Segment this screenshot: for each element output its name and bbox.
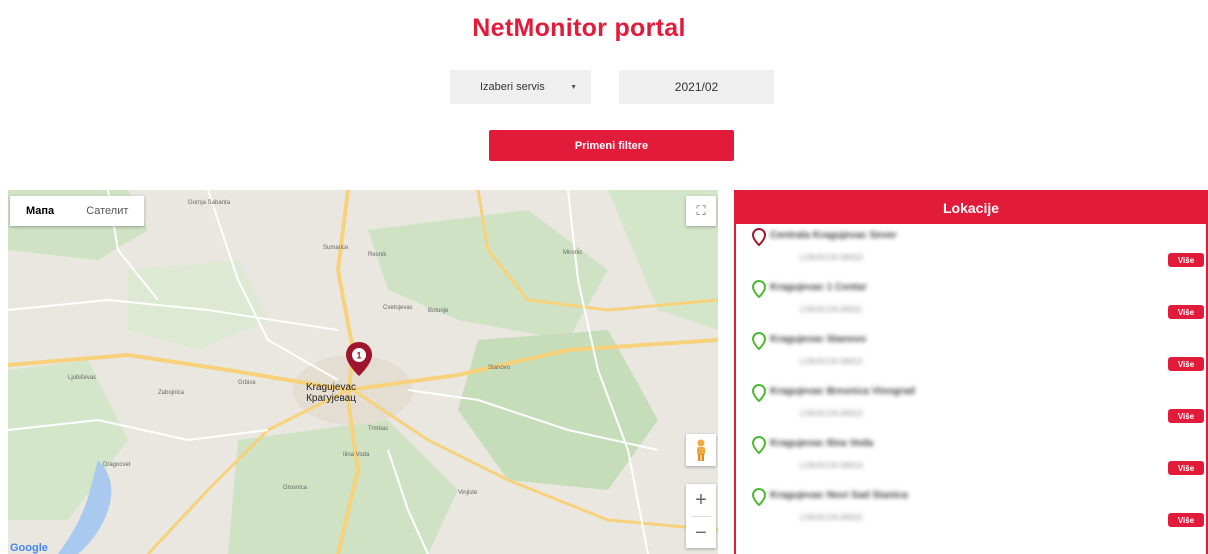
map-type-satellite-button[interactable]: Сателит [70, 196, 144, 226]
fullscreen-icon: ⛶ [696, 203, 706, 218]
locations-list: Centrala Kragujevac Sever LOKACIJA 00010 V… [736, 224, 1206, 536]
apply-filters-button[interactable]: Primeni filtere [489, 130, 734, 161]
zoom-out-button[interactable]: − [686, 517, 716, 549]
location-subtitle: LOKACIJA 00014 [800, 461, 863, 470]
map-place-label: Sumarice [323, 245, 349, 251]
location-subtitle: LOKACIJA 00015 [800, 513, 863, 522]
date-value: 2021/02 [674, 80, 719, 94]
list-item: Kragujevac Bresnica Vinograd LOKACIJA 000… [736, 380, 1206, 432]
map-place-label: Stanovo [488, 365, 511, 371]
location-name: Kragujevac Bresnica Vinograd [770, 386, 915, 397]
list-item: Centrala Kragujevac Sever LOKACIJA 00010 V… [736, 224, 1206, 276]
map-place-label: Grosnica [283, 485, 308, 491]
location-pin-icon [752, 436, 766, 454]
location-pin-icon [752, 280, 766, 298]
locations-header: Lokacije [736, 192, 1206, 224]
location-name: Kragujevac 1 Centar [770, 282, 867, 293]
map-place-label: Ljubičevac [68, 375, 97, 381]
location-name: Kragujevac Stanovo [770, 334, 867, 345]
list-item: Kragujevac Ilina Voda LOKACIJA 00014 Više [736, 432, 1206, 484]
map-place-label: Mironic [563, 250, 583, 256]
list-item: Kragujevac 1 Centar LOKACIJA 00011 Više [736, 276, 1206, 328]
location-subtitle: LOKACIJA 00012 [800, 357, 863, 366]
location-name: Kragujevac Novi Sad Stanica [770, 490, 908, 501]
more-button[interactable]: Više [1168, 461, 1204, 475]
chevron-down-icon: ▼ [570, 83, 577, 91]
map-place-label: Dragocvet [103, 462, 131, 468]
more-button[interactable]: Više [1168, 253, 1204, 267]
location-name: Kragujevac Ilina Voda [770, 438, 874, 449]
map-place-label: Zabojnica [158, 390, 185, 396]
more-button[interactable]: Više [1168, 357, 1204, 371]
list-item: Kragujevac Stanovo LOKACIJA 00012 Više [736, 328, 1206, 380]
zoom-in-button[interactable]: + [686, 484, 716, 516]
city-name-cyrillic: Крагујевац [306, 393, 356, 404]
map-view[interactable]: Gornja Sabanta Zabojnica Sumarice Cvetoj… [8, 190, 718, 554]
map-place-label: Botunje [428, 308, 449, 314]
more-button[interactable]: Više [1168, 305, 1204, 319]
list-item: Kragujevac Novi Sad Stanica LOKACIJA 0001… [736, 484, 1206, 536]
more-button[interactable]: Više [1168, 409, 1204, 423]
service-select-label: Izaberi servis [480, 81, 545, 93]
location-pin-icon [752, 384, 766, 402]
street-view-button[interactable] [686, 434, 716, 466]
map-place-label: Ilina Voda [343, 452, 370, 458]
cluster-count: 1 [356, 351, 361, 361]
city-label: Kragujevac Крагујевац [306, 382, 356, 404]
location-pin-icon [752, 488, 766, 506]
apply-filters-label: Primeni filtere [574, 139, 649, 152]
map-place-label: Resnik [368, 252, 387, 258]
map-place-label: Gornja Sabanta [188, 200, 231, 206]
google-logo: Google [10, 542, 48, 554]
more-button[interactable]: Više [1168, 513, 1204, 527]
city-name: Kragujevac [306, 382, 357, 393]
zoom-control: + − [686, 484, 716, 548]
fullscreen-button[interactable]: ⛶ [686, 196, 716, 226]
location-subtitle: LOKACIJA 00010 [800, 253, 863, 262]
map-type-map-button[interactable]: Мапа [10, 196, 70, 226]
pegman-icon [697, 439, 705, 461]
location-subtitle: LOKACIJA 00011 [800, 305, 863, 314]
page-title: NetMonitor portal [472, 14, 686, 42]
map-type-control: Мапа Сателит [10, 196, 145, 226]
location-name: Centrala Kragujevac Sever [770, 230, 897, 241]
location-subtitle: LOKACIJA 00013 [800, 409, 863, 418]
locations-panel: Lokacije Centrala Kragujevac Sever LOKACI… [734, 190, 1208, 554]
map-place-label: Trmbas [368, 426, 389, 432]
cluster-marker[interactable]: 1 [345, 341, 373, 382]
date-field[interactable]: 2021/02 [619, 70, 774, 104]
map-place-label: Vinjiste [458, 490, 478, 496]
map-place-label: Cvetojevac [383, 305, 413, 311]
location-pin-icon [752, 332, 766, 350]
location-pin-icon [752, 228, 766, 246]
map-place-label: Grbice [238, 380, 256, 386]
service-select[interactable]: Izaberi servis ▼ [450, 70, 591, 104]
